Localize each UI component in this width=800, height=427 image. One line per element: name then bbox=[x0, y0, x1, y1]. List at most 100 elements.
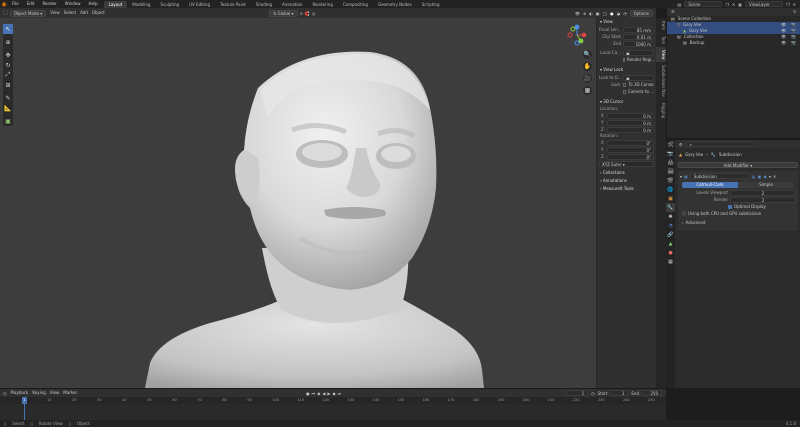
transform-orientation-selector[interactable]: ⇅ Global ▾ bbox=[268, 9, 298, 17]
scale-tool-icon[interactable]: ⤢ bbox=[3, 70, 13, 80]
add-cube-tool-icon[interactable]: ▣ bbox=[3, 116, 13, 126]
blender-logo-icon[interactable]: ◉ bbox=[0, 0, 8, 8]
play-reverse-icon[interactable]: ◀ bbox=[322, 391, 325, 396]
clip-start-field[interactable]: 0.01 m bbox=[623, 33, 654, 40]
workspace-tab-shading[interactable]: Shading bbox=[251, 1, 277, 8]
pivot-icon[interactable]: ⊙ bbox=[300, 11, 303, 16]
rotate-tool-icon[interactable]: ↻ bbox=[3, 60, 13, 70]
timeline-type-icon[interactable]: ◷ bbox=[3, 391, 7, 396]
sidebar-tab-view[interactable]: View bbox=[656, 46, 666, 63]
workspace-tab-animation[interactable]: Animation bbox=[277, 1, 307, 8]
visibility-icon[interactable]: 👁 bbox=[575, 11, 580, 16]
local-camera-field[interactable]: ▣ bbox=[623, 49, 654, 56]
lock-cursor-checkbox[interactable] bbox=[622, 82, 627, 87]
timeline-ruler[interactable]: 0102030405060708090100110120130140150160… bbox=[0, 397, 666, 404]
outliner-item[interactable]: ▤ Backup 👁 📷 bbox=[667, 40, 800, 46]
rotation-mode-dropdown[interactable]: XYZ Euler ▾ bbox=[599, 160, 654, 167]
constraints-tab-icon[interactable]: 🔗 bbox=[666, 230, 675, 239]
workspace-tab-compositing[interactable]: Compositing bbox=[338, 1, 373, 8]
timeline-menu-marker[interactable]: Marker bbox=[61, 389, 79, 397]
viewlayer-icon[interactable]: ▦ bbox=[738, 2, 742, 7]
workspace-tab-modeling[interactable]: Modeling bbox=[127, 1, 155, 8]
select-box-tool-icon[interactable]: ↖ bbox=[3, 24, 13, 34]
view-section-header[interactable]: ▾ View bbox=[597, 18, 656, 26]
shading-material-icon[interactable]: ◕ bbox=[617, 11, 621, 16]
data-tab-icon[interactable]: ▲ bbox=[666, 239, 675, 248]
menu-help[interactable]: Help bbox=[84, 0, 101, 8]
add-modifier-button[interactable]: Add Modifier ▾ bbox=[678, 162, 798, 168]
clock-icon[interactable]: ◷ bbox=[591, 391, 595, 396]
copy-icon[interactable]: ❐ bbox=[725, 2, 729, 7]
pan-hand-icon[interactable]: ✋ bbox=[583, 62, 592, 71]
viewport-menu-add[interactable]: Add bbox=[78, 9, 90, 17]
scene-tab-icon[interactable]: 🎬 bbox=[666, 176, 675, 185]
render-toggle-icon[interactable]: ◉ bbox=[763, 174, 767, 179]
catmull-clark-button[interactable]: Catmull-Clark bbox=[682, 182, 738, 188]
camera-view-icon[interactable]: 🎥 bbox=[583, 74, 592, 83]
eye-icon[interactable]: 👁 bbox=[781, 40, 786, 46]
rotation-field-y[interactable]: 0° bbox=[607, 146, 654, 153]
close-icon[interactable]: ✕ bbox=[732, 2, 735, 7]
options-button[interactable]: Options bbox=[629, 9, 653, 17]
cursor-tool-icon[interactable]: ⊕ bbox=[3, 37, 13, 47]
texture-tab-icon[interactable]: ▦ bbox=[666, 257, 675, 266]
viewport-menu-object[interactable]: Object bbox=[90, 9, 107, 17]
prev-keyframe-icon[interactable]: ◆ bbox=[317, 391, 320, 396]
shading-solid-icon[interactable]: ● bbox=[610, 11, 614, 16]
output-tab-icon[interactable]: 🖨 bbox=[666, 158, 675, 167]
playhead[interactable]: 1 bbox=[22, 397, 27, 404]
viewport-scene[interactable] bbox=[0, 18, 596, 388]
measure-tool-icon[interactable]: 📐 bbox=[3, 103, 13, 113]
next-keyframe-icon[interactable]: ◆ bbox=[332, 391, 335, 396]
object-tab-icon[interactable]: ▣ bbox=[666, 194, 675, 203]
3d-viewport[interactable] bbox=[0, 18, 596, 388]
overlay-icon[interactable]: ◐ bbox=[589, 11, 593, 16]
record-icon[interactable]: ● bbox=[306, 391, 310, 396]
workspace-tab-rendering[interactable]: Rendering bbox=[307, 1, 337, 8]
render-camera-icon[interactable]: 📷 bbox=[791, 40, 796, 46]
timeline-menu-playback[interactable]: Playback bbox=[9, 389, 31, 397]
scene-selector[interactable]: Scene bbox=[684, 1, 723, 7]
view-layer-tab-icon[interactable]: 🖼 bbox=[666, 167, 675, 176]
collapse-icon[interactable]: ▾ bbox=[680, 174, 682, 179]
levels-viewport-field[interactable]: 2 bbox=[730, 189, 796, 196]
editmode-toggle-icon[interactable]: ▤ bbox=[752, 174, 756, 179]
measureit-section-header[interactable]: › MeasureIt Tools bbox=[597, 185, 656, 193]
sidebar-tab-tool[interactable]: Tool bbox=[656, 33, 666, 47]
viewport-menu-view[interactable]: View bbox=[48, 9, 62, 17]
workspace-tab-texture-paint[interactable]: Texture Paint bbox=[215, 1, 251, 8]
sidebar-tab-item[interactable]: Item bbox=[656, 18, 666, 33]
jump-end-icon[interactable]: ⏭ bbox=[338, 391, 342, 396]
shading-rendered-icon[interactable]: ◔ bbox=[623, 11, 627, 16]
menu-file[interactable]: File bbox=[8, 0, 23, 8]
gizmo-icon[interactable]: ⊕ bbox=[583, 11, 586, 16]
perspective-toggle-icon[interactable]: ▦ bbox=[583, 86, 592, 95]
modifier-tab-icon[interactable]: 🔧 bbox=[666, 203, 675, 212]
particles-tab-icon[interactable]: ✺ bbox=[666, 212, 675, 221]
properties-search[interactable]: ⌕ bbox=[685, 141, 756, 147]
viewport-menu-select[interactable]: Select bbox=[62, 9, 78, 17]
annotations-section-header[interactable]: › Annotations bbox=[597, 177, 656, 185]
rotation-field-x[interactable]: 0° bbox=[607, 139, 654, 146]
workspace-tab-uv-editing[interactable]: UV Editing bbox=[184, 1, 215, 8]
sidebar-tab-subdivision-nav[interactable]: Subdivision Nav bbox=[656, 62, 666, 100]
shading-wireframe-icon[interactable]: ◯ bbox=[603, 11, 607, 16]
clip-end-field[interactable]: 1000 m bbox=[623, 40, 654, 47]
transform-tool-icon[interactable]: ⊞ bbox=[3, 80, 13, 90]
simple-button[interactable]: Simple bbox=[738, 182, 794, 188]
end-frame-field[interactable]: 250 bbox=[642, 390, 662, 396]
proportional-edit-icon[interactable]: ◎ bbox=[312, 11, 316, 16]
timeline-menu-view[interactable]: View bbox=[48, 389, 62, 397]
annotate-tool-icon[interactable]: ✎ bbox=[3, 93, 13, 103]
location-field-x[interactable]: 0 m bbox=[607, 112, 654, 119]
properties-type-icon[interactable]: ⚙ bbox=[679, 142, 683, 147]
navigation-gizmo[interactable] bbox=[566, 24, 588, 46]
modifier-name-field[interactable]: Subdivision bbox=[689, 173, 750, 179]
copy-icon[interactable]: ❐ bbox=[786, 2, 790, 7]
mode-selector[interactable]: Object Mode ▾ bbox=[9, 9, 47, 17]
timeline-menu-keying[interactable]: Keying bbox=[30, 389, 47, 397]
close-icon[interactable]: ✕ bbox=[793, 2, 796, 7]
rotation-field-z[interactable]: 0° bbox=[607, 153, 654, 160]
menu-edit[interactable]: Edit bbox=[23, 0, 39, 8]
scene-icon[interactable]: ▤ bbox=[678, 2, 682, 7]
